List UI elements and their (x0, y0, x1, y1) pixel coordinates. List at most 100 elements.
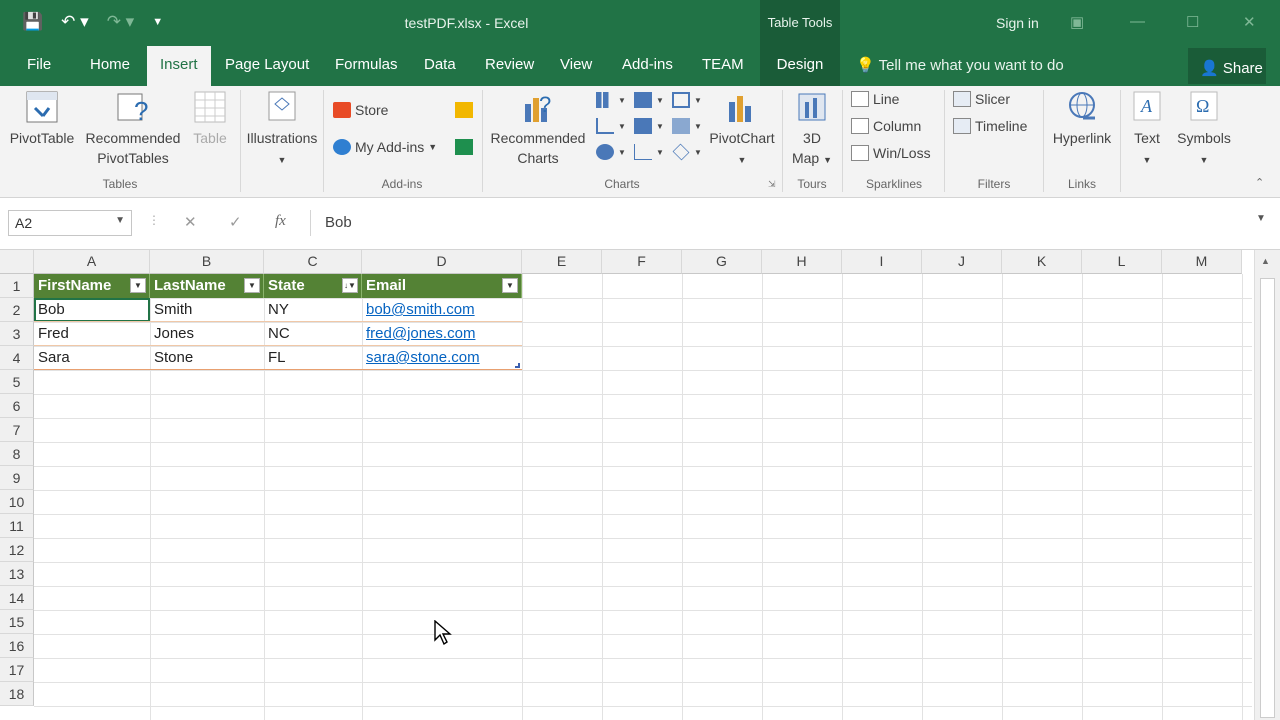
hierarchy-chart-button[interactable]: ▼ (634, 92, 664, 108)
table-cell[interactable]: NY (264, 298, 362, 322)
email-link[interactable]: bob@smith.com (362, 298, 522, 322)
row-header[interactable]: 17 (0, 658, 34, 682)
column-header-j[interactable]: J (922, 250, 1002, 274)
row-header[interactable]: 8 (0, 442, 34, 466)
column-header-i[interactable]: I (842, 250, 922, 274)
sparkline-winloss-button[interactable]: Win/Loss (851, 145, 931, 161)
row-header[interactable]: 14 (0, 586, 34, 610)
charts-dialog-launcher[interactable]: ⇲ (768, 179, 776, 190)
row-header[interactable]: 10 (0, 490, 34, 514)
row-header[interactable]: 12 (0, 538, 34, 562)
select-all-corner[interactable] (0, 250, 34, 274)
maximize-icon[interactable]: ☐ (1186, 13, 1199, 31)
filter-dropdown-icon[interactable]: ▼ (130, 278, 146, 293)
vertical-scrollbar[interactable]: ▲ (1254, 250, 1280, 720)
sparkline-line-button[interactable]: Line (851, 91, 899, 107)
column-header-m[interactable]: M (1162, 250, 1242, 274)
sort-filter-icon[interactable]: ↓▼ (342, 278, 358, 293)
column-header-d[interactable]: D (362, 250, 522, 274)
worksheet-grid[interactable]: A B C D E F G H I J K L M 1 2 3 4 5 6 7 … (0, 250, 1280, 720)
pie-chart-button[interactable]: ▼ (596, 144, 626, 160)
column-header-e[interactable]: E (522, 250, 602, 274)
column-header-h[interactable]: H (762, 250, 842, 274)
row-header[interactable]: 16 (0, 634, 34, 658)
table-cell-selected[interactable]: Bob (34, 298, 150, 322)
recommended-charts-button[interactable]: ? Recommended Charts (486, 90, 590, 168)
row-header[interactable]: 5 (0, 370, 34, 394)
filter-dropdown-icon[interactable]: ▼ (502, 278, 518, 293)
column-header-f[interactable]: F (602, 250, 682, 274)
expand-formula-bar-icon[interactable]: ▼ (1256, 213, 1266, 224)
scroll-up-icon[interactable]: ▲ (1261, 256, 1270, 266)
table-cell[interactable]: Sara (34, 346, 150, 370)
tab-file[interactable]: File (27, 56, 51, 73)
hyperlink-button[interactable]: Hyperlink (1048, 90, 1116, 148)
table-cell[interactable]: Smith (150, 298, 264, 322)
recommended-pivottables-button[interactable]: ? Recommended PivotTables (82, 90, 184, 168)
illustrations-button[interactable]: Illustrations ▼ (244, 90, 320, 170)
combo-chart-button[interactable]: ▼ (672, 118, 702, 134)
tab-data[interactable]: Data (424, 56, 456, 73)
minimize-icon[interactable]: — (1130, 13, 1145, 30)
table-cell[interactable]: Fred (34, 322, 150, 346)
slicer-button[interactable]: Slicer (953, 91, 1010, 107)
tell-me-box[interactable]: 💡 Tell me what you want to do (856, 56, 1064, 74)
sparkline-column-button[interactable]: Column (851, 118, 921, 134)
email-link[interactable]: fred@jones.com (362, 322, 522, 346)
column-header-a[interactable]: A (34, 250, 150, 274)
tab-formulas[interactable]: Formulas (335, 56, 398, 73)
waterfall-chart-button[interactable]: ▼ (672, 92, 702, 108)
name-box[interactable]: A2 ▼ (8, 210, 132, 236)
sign-in-link[interactable]: Sign in (996, 15, 1039, 31)
3d-map-button[interactable]: 3D Map ▼ (786, 90, 838, 170)
row-header[interactable]: 4 (0, 346, 34, 370)
email-link[interactable]: sara@stone.com (362, 346, 522, 370)
text-button[interactable]: A Text ▼ (1126, 90, 1168, 170)
table-cell[interactable]: Stone (150, 346, 264, 370)
row-header[interactable]: 3 (0, 322, 34, 346)
row-header[interactable]: 15 (0, 610, 34, 634)
enter-icon[interactable]: ✓ (229, 213, 242, 231)
column-header-l[interactable]: L (1082, 250, 1162, 274)
tab-review[interactable]: Review (485, 56, 534, 73)
tab-page-layout[interactable]: Page Layout (225, 56, 309, 73)
symbols-button[interactable]: Ω Symbols ▼ (1172, 90, 1236, 170)
pivottable-button[interactable]: PivotTable (6, 90, 78, 148)
formula-input[interactable]: Bob (310, 210, 1272, 236)
column-header-b[interactable]: B (150, 250, 264, 274)
table-cell[interactable]: Jones (150, 322, 264, 346)
table-header-cell[interactable]: State ↓▼ (264, 274, 362, 298)
column-header-k[interactable]: K (1002, 250, 1082, 274)
row-header[interactable]: 1 (0, 274, 34, 298)
row-header[interactable]: 11 (0, 514, 34, 538)
column-chart-button[interactable]: ▼ (596, 92, 626, 108)
row-header[interactable]: 2 (0, 298, 34, 322)
row-header[interactable]: 18 (0, 682, 34, 706)
cancel-icon[interactable]: ✕ (184, 213, 197, 231)
line-chart-button[interactable]: ▼ (596, 118, 626, 134)
table-header-cell[interactable]: FirstName ▼ (34, 274, 150, 298)
collapse-ribbon-icon[interactable]: ⌃ (1255, 176, 1264, 189)
people-graph-button[interactable] (455, 139, 473, 155)
close-icon[interactable]: ✕ (1243, 13, 1256, 31)
timeline-button[interactable]: Timeline (953, 118, 1027, 134)
row-header[interactable]: 9 (0, 466, 34, 490)
row-header[interactable]: 13 (0, 562, 34, 586)
ribbon-display-icon[interactable]: ▣ (1070, 13, 1084, 31)
filter-dropdown-icon[interactable]: ▼ (244, 278, 260, 293)
table-header-cell[interactable]: Email ▼ (362, 274, 522, 298)
tab-view[interactable]: View (560, 56, 592, 73)
bing-maps-button[interactable] (455, 102, 473, 118)
pivotchart-button[interactable]: PivotChart ▼ (706, 90, 778, 170)
share-button[interactable]: 👤 Share (1188, 48, 1266, 84)
scroll-thumb[interactable] (1260, 278, 1275, 718)
insert-function-icon[interactable]: fx (275, 213, 286, 230)
table-cell[interactable]: FL (264, 346, 362, 370)
tab-home[interactable]: Home (90, 56, 130, 73)
statistic-chart-button[interactable]: ▼ (634, 118, 664, 134)
tab-design[interactable]: Design (760, 46, 840, 86)
table-cell[interactable]: NC (264, 322, 362, 346)
scatter-chart-button[interactable]: ▼ (634, 144, 664, 160)
store-button[interactable]: Store (333, 102, 388, 118)
table-header-cell[interactable]: LastName ▼ (150, 274, 264, 298)
